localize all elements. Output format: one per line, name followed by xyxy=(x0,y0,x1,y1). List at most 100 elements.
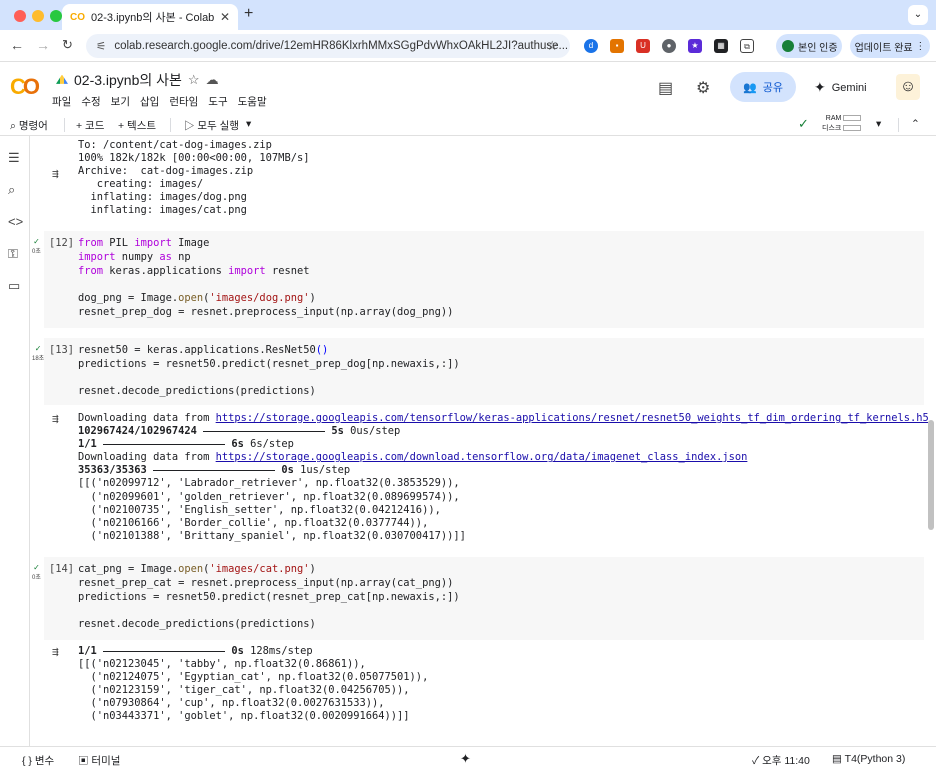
progress-rate: 0us/step xyxy=(350,425,401,438)
extension-orange-icon[interactable]: ▪ xyxy=(610,39,624,53)
close-tab-icon[interactable]: ✕ xyxy=(220,10,230,24)
tab-search-button[interactable]: ⌄ xyxy=(908,5,928,25)
avatar[interactable]: ☺ xyxy=(896,74,920,100)
extension-dark-icon[interactable]: ▦ xyxy=(714,39,728,53)
bookmark-star-icon[interactable]: ☆ xyxy=(546,38,558,54)
url-field[interactable]: ⚟ colab.research.google.com/drive/12emHR… xyxy=(86,34,570,58)
extension-d-icon[interactable]: d xyxy=(584,39,598,53)
notebook-content[interactable]: ⇶ To: /content/cat-dog-images.zip 100% 182… xyxy=(30,136,928,746)
execution-status-indicator[interactable]: ✓ 오후 11:40 xyxy=(752,753,810,768)
extension-purple-icon[interactable]: ★ xyxy=(688,39,702,53)
notebook-toolbar: ⌕ 명령어 + 코드 + 텍스트 ▷ 모두 실행 ▾ ✓ RAM 디스크 ▾ ⌃ xyxy=(0,114,936,136)
progress-bar xyxy=(103,650,226,652)
divider xyxy=(170,118,171,132)
progress-rate: 128ms/step xyxy=(250,645,313,657)
progress-count: 102967424/102967424 xyxy=(78,425,197,438)
menu-insert[interactable]: 삽입 xyxy=(140,94,159,109)
connected-check-icon: ✓ xyxy=(798,116,809,131)
gemini-sparkle-icon[interactable]: ✦ xyxy=(460,751,471,767)
download-link[interactable]: https://storage.googleapis.com/tensorflo… xyxy=(216,412,928,424)
cell-source[interactable]: from PIL import Image import numpy as np… xyxy=(44,231,924,320)
menu-file[interactable]: 파일 xyxy=(52,94,71,109)
vertical-scrollbar[interactable] xyxy=(928,420,934,530)
collapse-header-icon[interactable]: ⌃ xyxy=(911,118,920,130)
progress-rate: 6s/step xyxy=(250,438,294,451)
command-palette-button[interactable]: ⌕ 명령어 xyxy=(10,118,48,133)
code-cell[interactable]: ✓ 0초 [12] from PIL import Image import nu… xyxy=(32,231,924,328)
menu-view[interactable]: 보기 xyxy=(111,94,130,109)
execution-status: ✓ 0초 xyxy=(32,237,41,255)
run-all-button[interactable]: ▷ 모두 실행 xyxy=(184,118,239,133)
runtime-dropdown-icon[interactable]: ▾ xyxy=(876,118,881,130)
notebook-title[interactable]: 02-3.ipynb의 사본 ☆ ☁ xyxy=(56,70,219,90)
progress-time: 0s xyxy=(281,464,294,477)
site-info-icon[interactable]: ⚟ xyxy=(96,39,106,53)
progress-rate: 1us/step xyxy=(300,464,351,477)
resource-indicator[interactable]: RAM 디스크 xyxy=(822,114,862,134)
output-text: Downloading data from xyxy=(78,451,216,464)
menu-runtime[interactable]: 런타임 xyxy=(169,94,198,109)
menu-tools[interactable]: 도구 xyxy=(208,94,227,109)
file-name[interactable]: 02-3.ipynb의 사본 xyxy=(74,70,182,90)
status-bar: { } 변수 ▣ 터미널 ✦ ✓ 오후 11:40 ▤ T4(Python 3) xyxy=(0,746,936,771)
files-folder-icon[interactable]: ▭ xyxy=(8,278,20,294)
add-code-button[interactable]: + 코드 xyxy=(76,118,104,133)
star-icon[interactable]: ☆ xyxy=(188,72,200,88)
add-text-button[interactable]: + 텍스트 xyxy=(118,118,156,133)
download-link[interactable]: https://storage.googleapis.com/download.… xyxy=(216,451,748,463)
output-line: ('n02124075', 'Egyptian_cat', np.float32… xyxy=(78,671,429,684)
output-menu-icon[interactable]: ⇶ xyxy=(52,645,59,658)
ublock-icon[interactable]: U xyxy=(636,39,650,53)
update-button[interactable]: 업데이트 완료 ⋮ xyxy=(850,34,930,58)
back-icon[interactable]: ← xyxy=(10,37,24,53)
colab-logo[interactable]: CO xyxy=(10,74,40,100)
terminal-label: 터미널 xyxy=(91,755,121,767)
runtime-indicator[interactable]: ▤ T4(Python 3) xyxy=(832,753,905,765)
execution-count: [12] xyxy=(49,237,75,249)
address-bar-row: ← → ↻ ⚟ colab.research.google.com/drive/… xyxy=(0,30,936,62)
code-cell[interactable]: ✓ 0초 [14] cat_png = Image.open('images/ca… xyxy=(32,557,924,640)
menu-edit[interactable]: 수정 xyxy=(81,94,100,109)
share-button[interactable]: 👥 공유 xyxy=(730,72,796,102)
command-label: 명령어 xyxy=(18,120,48,132)
code-cell[interactable]: ✓ 18초 [13] resnet50 = keras.applications.… xyxy=(32,338,924,405)
extension-shield-icon[interactable]: ● xyxy=(662,39,676,53)
code-snippets-icon[interactable]: <> xyxy=(8,214,23,229)
output-line: ('n03443371', 'goblet', np.float32(0.002… xyxy=(78,710,410,723)
terminal-button[interactable]: ▣ 터미널 xyxy=(78,753,120,768)
progress-bar xyxy=(153,469,276,471)
cell-source[interactable]: resnet50 = keras.applications.ResNet50()… xyxy=(44,338,924,399)
cell-source[interactable]: cat_png = Image.open('images/cat.png') r… xyxy=(44,557,924,632)
colab-favicon-icon: CO xyxy=(70,11,85,23)
output-menu-icon[interactable]: ⇶ xyxy=(52,412,59,425)
run-all-dropdown-icon[interactable]: ▾ xyxy=(246,118,251,130)
cell-output: ⇶ To: /content/cat-dog-images.zip 100% 182… xyxy=(44,139,924,218)
ram-label: RAM xyxy=(825,115,842,122)
status-time: 오후 11:40 xyxy=(762,755,810,767)
reload-icon[interactable]: ↻ xyxy=(62,37,73,53)
forward-icon[interactable]: → xyxy=(36,37,50,53)
zoom-window-button[interactable] xyxy=(50,10,62,22)
comment-icon[interactable]: ▤ xyxy=(658,78,673,98)
verify-label: 본인 인증 xyxy=(798,42,838,54)
extensions-puzzle-icon[interactable]: ⧉ xyxy=(740,39,754,53)
output-menu-icon[interactable]: ⇶ xyxy=(52,167,59,180)
close-window-button[interactable] xyxy=(14,10,26,22)
browser-tab-bar: CO 02-3.ipynb의 사본 - Colab ✕ + ⌄ xyxy=(0,0,936,30)
table-of-contents-icon[interactable]: ☰ xyxy=(8,150,20,166)
cloud-icon: ☁ xyxy=(205,72,219,87)
secrets-key-icon[interactable]: ⚿ xyxy=(8,246,18,262)
output-line: inflating: images/dog.png xyxy=(78,191,247,204)
gemini-sparkle-icon: ✦ xyxy=(814,79,826,95)
verify-identity-button[interactable]: 본인 인증 xyxy=(776,34,842,58)
variables-button[interactable]: { } 변수 xyxy=(22,753,54,768)
menu-help[interactable]: 도움말 xyxy=(238,94,267,109)
gemini-button[interactable]: ✦ Gemini xyxy=(814,79,867,96)
execution-status: ✓ 18초 xyxy=(32,344,45,362)
minimize-window-button[interactable] xyxy=(32,10,44,22)
browser-tab[interactable]: CO 02-3.ipynb의 사본 - Colab ✕ xyxy=(62,4,238,30)
find-replace-icon[interactable]: ⌕ xyxy=(8,182,15,198)
new-tab-button[interactable]: + xyxy=(244,5,253,23)
settings-gear-icon[interactable]: ⚙ xyxy=(696,78,710,98)
update-label: 업데이트 완료 xyxy=(854,42,913,54)
